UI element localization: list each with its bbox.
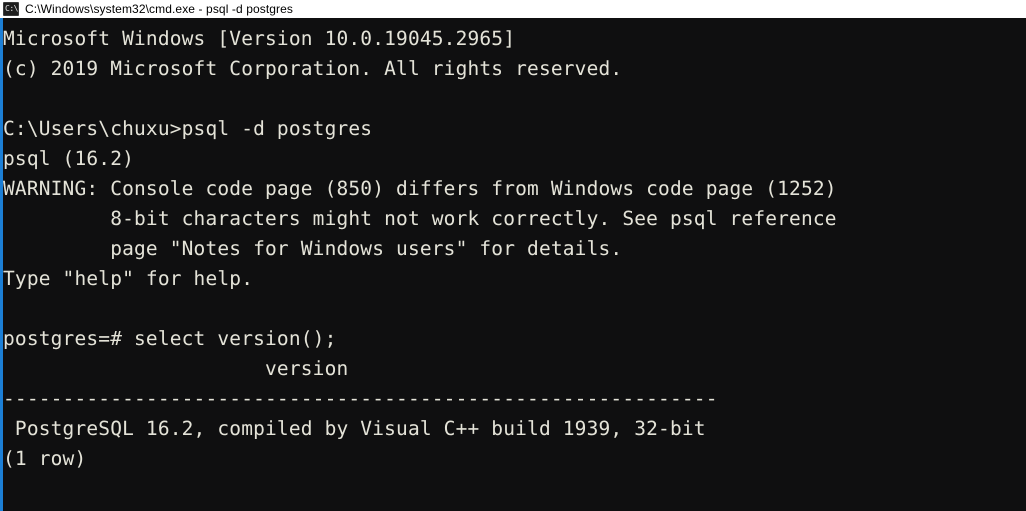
cmd-console-icon: C:\ xyxy=(3,1,19,16)
window-title: C:\Windows\system32\cmd.exe - psql -d po… xyxy=(25,1,294,16)
cmd-icon-glyph: C:\ xyxy=(5,3,18,13)
console-text: Microsoft Windows [Version 10.0.19045.29… xyxy=(3,27,837,470)
console-output-area[interactable]: Microsoft Windows [Version 10.0.19045.29… xyxy=(0,18,1026,511)
window-titlebar[interactable]: C:\ C:\Windows\system32\cmd.exe - psql -… xyxy=(0,0,1026,18)
console-window: C:\ C:\Windows\system32\cmd.exe - psql -… xyxy=(0,0,1026,511)
